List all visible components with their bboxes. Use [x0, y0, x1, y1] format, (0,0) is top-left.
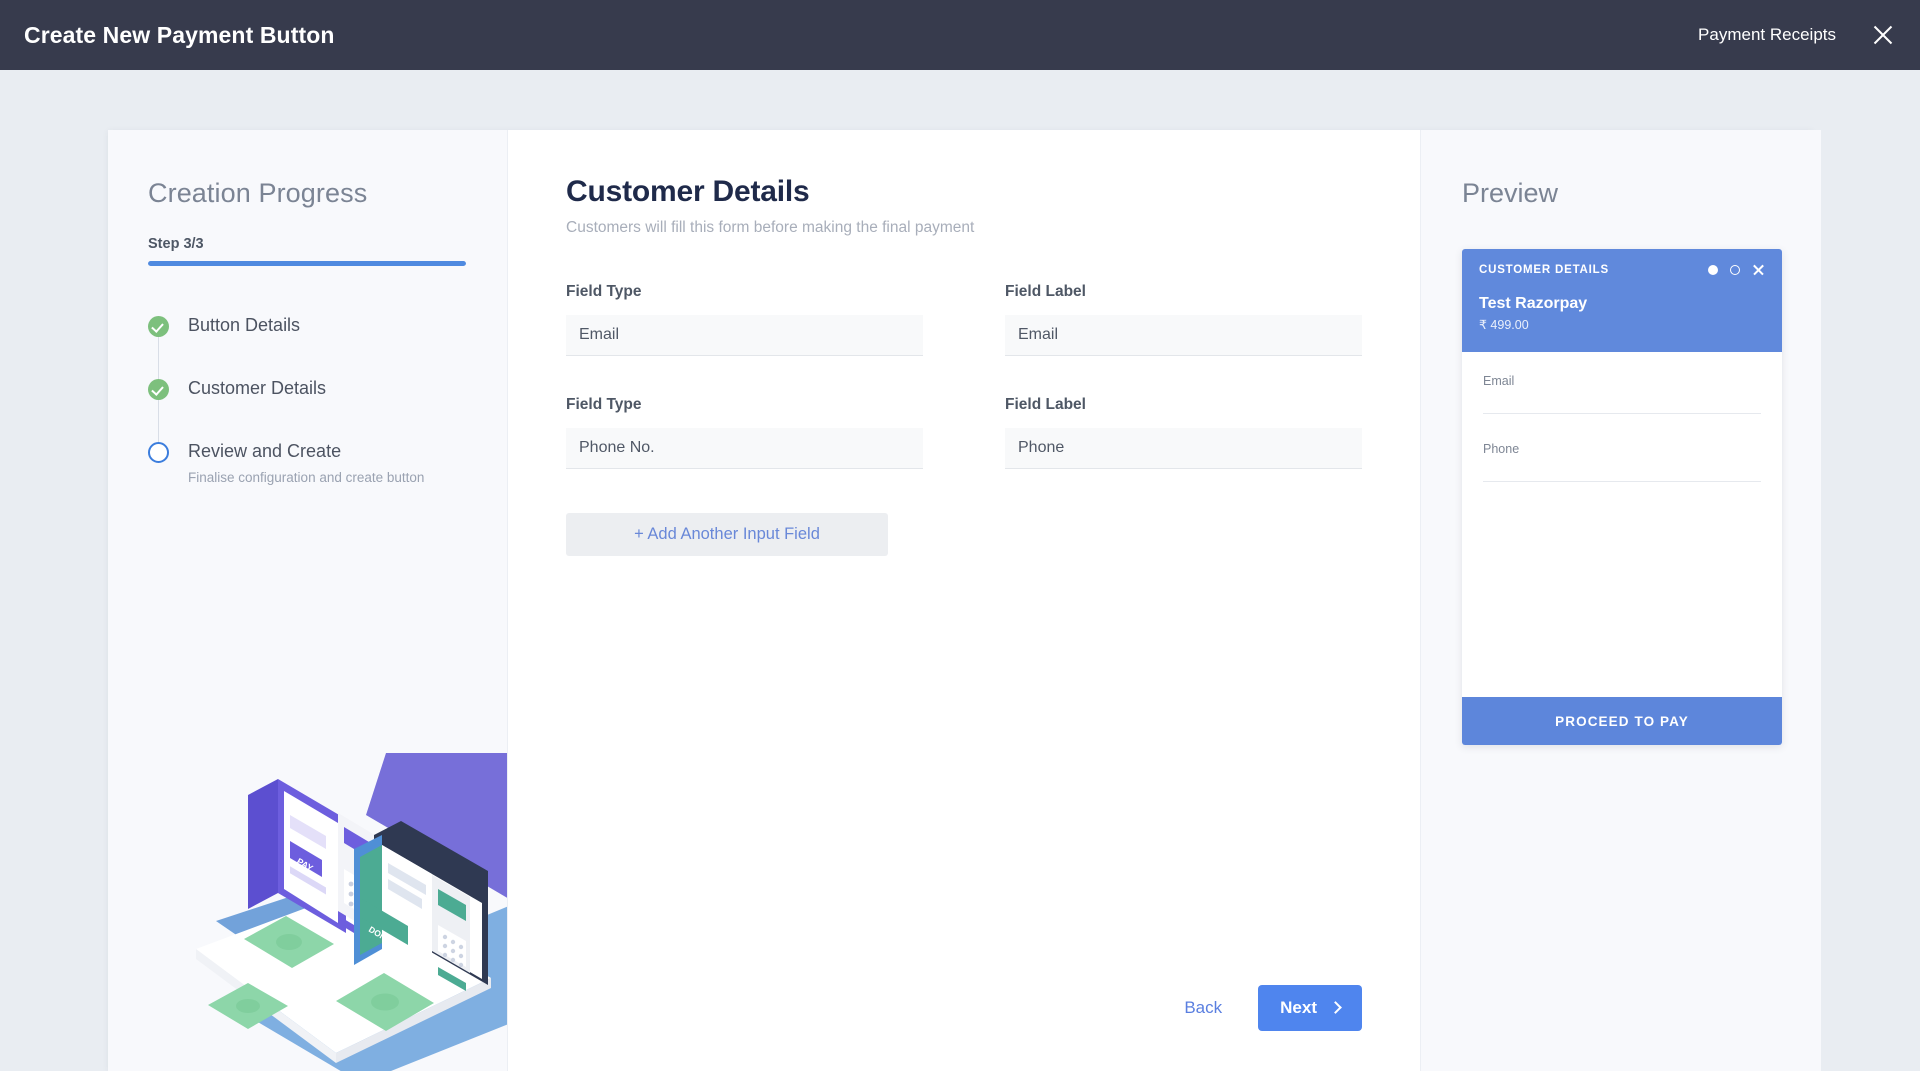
check-circle-icon	[148, 316, 169, 337]
step-item-customer-details[interactable]: Customer Details	[148, 377, 467, 447]
form-content: Customer Details Customers will fill thi…	[508, 130, 1420, 556]
checkout-field-email[interactable]: Email	[1483, 374, 1761, 414]
step-label: Customer Details	[188, 378, 327, 398]
field-type-input-1[interactable]	[566, 315, 923, 356]
checkout-field-label: Phone	[1483, 442, 1761, 482]
checkout-field-phone[interactable]: Phone	[1483, 442, 1761, 482]
step-label: Button Details	[188, 315, 301, 335]
creation-progress-panel: Creation Progress Step 3/3 Button Detail…	[108, 130, 508, 1071]
checkout-merchant-name: Test Razorpay	[1479, 295, 1588, 312]
preview-heading: Preview	[1462, 178, 1559, 208]
payment-receipts-link[interactable]: Payment Receipts	[1698, 25, 1836, 45]
field-label-label: Field Label	[1005, 283, 1086, 300]
app-header: Create New Payment Button Payment Receip…	[0, 0, 1920, 70]
field-type-input-2[interactable]	[566, 428, 923, 469]
chevron-right-icon	[1329, 1001, 1342, 1014]
step-dot-active-icon	[1708, 264, 1718, 275]
header-actions: Payment Receipts	[1698, 22, 1896, 48]
form-subtitle: Customers will fill this form before mak…	[566, 219, 975, 236]
checkout-card-header: CUSTOMER DETAILS Test Razorpay ₹ 499.00	[1462, 249, 1782, 352]
step-text: Customer Details	[188, 377, 326, 400]
step-label: Review and Create	[188, 441, 342, 461]
step-text: Button Details	[188, 314, 300, 337]
step-counter: Step 3/3	[148, 236, 204, 252]
checkout-header-controls	[1708, 263, 1765, 276]
customer-details-form-panel: Customer Details Customers will fill thi…	[508, 130, 1421, 1071]
field-type-block-2: Field Type	[566, 396, 923, 469]
field-type-label: Field Type	[566, 283, 642, 300]
next-button[interactable]: Next	[1258, 985, 1362, 1031]
field-type-label: Field Type	[566, 396, 642, 413]
step-dot-inactive-icon	[1730, 264, 1740, 275]
progress-content: Creation Progress Step 3/3 Button Detail…	[108, 130, 507, 486]
form-footer: Back Next	[1180, 985, 1362, 1031]
progress-heading: Creation Progress	[148, 178, 368, 208]
step-text: Review and Create Finalise configuration…	[188, 440, 424, 486]
back-button[interactable]: Back	[1180, 990, 1226, 1026]
step-list: Button Details Customer Details Review a…	[148, 314, 467, 486]
checkout-close-icon[interactable]	[1752, 263, 1765, 276]
progress-bar-fill	[148, 261, 466, 266]
checkout-card-body: Email Phone	[1462, 352, 1782, 697]
field-grid: Field Type Field Label Field Type Field …	[566, 283, 1362, 509]
close-icon[interactable]	[1870, 22, 1896, 48]
field-label-label: Field Label	[1005, 396, 1086, 413]
checkout-field-label: Email	[1483, 374, 1761, 414]
field-label-input-1[interactable]	[1005, 315, 1362, 356]
checkout-preview-card: CUSTOMER DETAILS Test Razorpay ₹ 499.00 …	[1462, 249, 1782, 745]
step-item-review-and-create[interactable]: Review and Create Finalise configuration…	[148, 440, 467, 486]
form-title: Customer Details	[566, 175, 810, 208]
field-type-block-1: Field Type	[566, 283, 923, 356]
circle-outline-icon	[148, 442, 169, 463]
wizard-shell: Creation Progress Step 3/3 Button Detail…	[108, 130, 1821, 1071]
field-label-input-2[interactable]	[1005, 428, 1362, 469]
next-button-label: Next	[1280, 998, 1317, 1017]
payment-devices-illustration: PAY DONATE	[108, 741, 507, 1071]
field-label-block-1: Field Label	[1005, 283, 1362, 356]
step-item-button-details[interactable]: Button Details	[148, 314, 467, 384]
step-description: Finalise configuration and create button	[188, 469, 425, 485]
checkout-amount: ₹ 499.00	[1479, 318, 1529, 332]
preview-panel: Preview CUSTOMER DETAILS Test Razorpay ₹…	[1421, 130, 1821, 1071]
check-circle-icon	[148, 379, 169, 400]
page-title: Create New Payment Button	[24, 21, 335, 48]
checkout-eyebrow-label: CUSTOMER DETAILS	[1479, 263, 1609, 276]
proceed-to-pay-button[interactable]: PROCEED TO PAY	[1462, 697, 1782, 745]
checkout-header-row: CUSTOMER DETAILS	[1479, 263, 1765, 276]
add-another-input-field-button[interactable]: + Add Another Input Field	[566, 513, 888, 556]
progress-bar-track	[148, 261, 466, 266]
field-label-block-2: Field Label	[1005, 396, 1362, 469]
